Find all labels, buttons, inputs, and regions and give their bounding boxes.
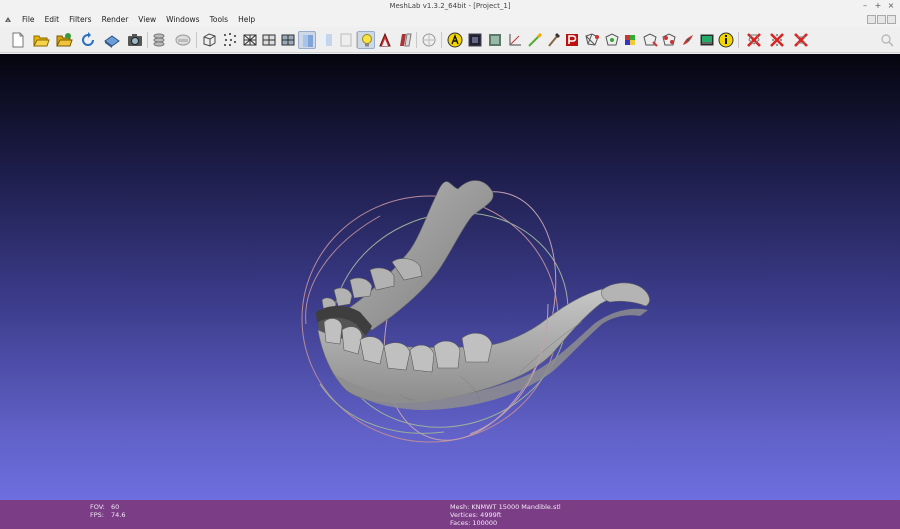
mdi-minimize-button[interactable]	[867, 15, 876, 24]
main-toolbar	[0, 27, 900, 53]
backface-icon[interactable]	[376, 31, 394, 49]
open-project-icon[interactable]	[32, 31, 50, 49]
menu-view[interactable]: View	[133, 12, 161, 27]
delete-all-icon[interactable]	[545, 31, 563, 49]
close-button[interactable]: ×	[886, 1, 896, 11]
texture-icon[interactable]	[337, 31, 355, 49]
fov-value: 60	[111, 503, 120, 511]
quality-icon[interactable]	[446, 31, 464, 49]
mesh-info: Mesh: KNMWT 15000 Mandible.stl Vertices:…	[450, 503, 561, 527]
snapshot-icon[interactable]	[126, 31, 144, 49]
fps-value: 74.6	[111, 511, 126, 519]
select-faces-icon[interactable]	[420, 31, 438, 49]
menu-file[interactable]: File	[17, 12, 40, 27]
paint-brush-icon[interactable]	[679, 31, 697, 49]
select-vertices-icon[interactable]	[660, 31, 678, 49]
window-titlebar: MeshLab v1.3.2_64bit - [Project_1] – + ×	[0, 0, 900, 12]
color-icon[interactable]	[174, 31, 192, 49]
delete-vertex-icon[interactable]	[768, 31, 786, 49]
menu-help[interactable]: Help	[233, 12, 260, 27]
fps-label: FPS:	[90, 511, 104, 519]
mdi-close-button[interactable]	[887, 15, 896, 24]
reload-icon[interactable]	[79, 31, 97, 49]
fov-label: FOV:	[90, 503, 105, 511]
layers-icon[interactable]	[150, 31, 168, 49]
info-icon[interactable]	[486, 31, 504, 49]
save-icon[interactable]	[103, 31, 121, 49]
mesh-render[interactable]	[0, 54, 900, 500]
minimize-button[interactable]: –	[860, 1, 870, 11]
cut-icon[interactable]	[583, 31, 601, 49]
bounding-box-icon[interactable]	[200, 31, 218, 49]
points-icon[interactable]	[221, 31, 239, 49]
double-side-icon[interactable]	[396, 31, 414, 49]
menu-windows[interactable]: Windows	[161, 12, 204, 27]
color-paint-icon[interactable]	[622, 31, 640, 49]
render-info: FOV: 60 FPS: 74.6	[90, 503, 125, 519]
pick-points-icon[interactable]	[603, 31, 621, 49]
menu-tools[interactable]: Tools	[205, 12, 233, 27]
align-icon[interactable]	[641, 31, 659, 49]
fps-row: FPS: 74.6	[90, 511, 125, 519]
flat-lines-icon[interactable]	[279, 31, 297, 49]
menu-filters[interactable]: Filters	[64, 12, 96, 27]
smooth-icon[interactable]	[318, 31, 336, 49]
raster-icon[interactable]	[698, 31, 716, 49]
measure-icon[interactable]	[466, 31, 484, 49]
texture-paint-icon[interactable]	[563, 31, 581, 49]
mdi-restore-button[interactable]	[877, 15, 886, 24]
menu-render[interactable]: Render	[97, 12, 134, 27]
3d-viewport[interactable]	[0, 54, 900, 500]
menu-edit[interactable]: Edit	[40, 12, 65, 27]
window-title: MeshLab v1.3.2_64bit - [Project_1]	[389, 2, 511, 10]
flat-icon[interactable]	[298, 31, 316, 49]
search-icon[interactable]	[878, 31, 896, 49]
delete-faces-icon[interactable]	[506, 31, 524, 49]
new-project-icon[interactable]	[9, 31, 27, 49]
maximize-button[interactable]: +	[873, 1, 883, 11]
about-icon[interactable]	[717, 31, 735, 49]
import-mesh-icon[interactable]	[55, 31, 73, 49]
face-count: Faces: 100000	[450, 519, 498, 527]
delete-face-icon[interactable]	[745, 31, 763, 49]
delete-vertices-icon[interactable]	[526, 31, 544, 49]
status-panel: FOV: 60 FPS: 74.6 Mesh: KNMWT 15000 Mandib…	[0, 500, 900, 529]
app-logo-icon[interactable]	[3, 15, 13, 25]
delete-selection-icon[interactable]	[792, 31, 810, 49]
mesh-name: Mesh: KNMWT 15000 Mandible.stl	[450, 503, 561, 511]
vertex-count: Vertices: 4999ft	[450, 511, 502, 519]
wireframe-icon[interactable]	[241, 31, 259, 49]
lighting-icon[interactable]	[357, 31, 375, 49]
hidden-lines-icon[interactable]	[260, 31, 278, 49]
fov-row: FOV: 60	[90, 503, 125, 511]
menubar: File Edit Filters Render View Windows To…	[0, 12, 900, 27]
